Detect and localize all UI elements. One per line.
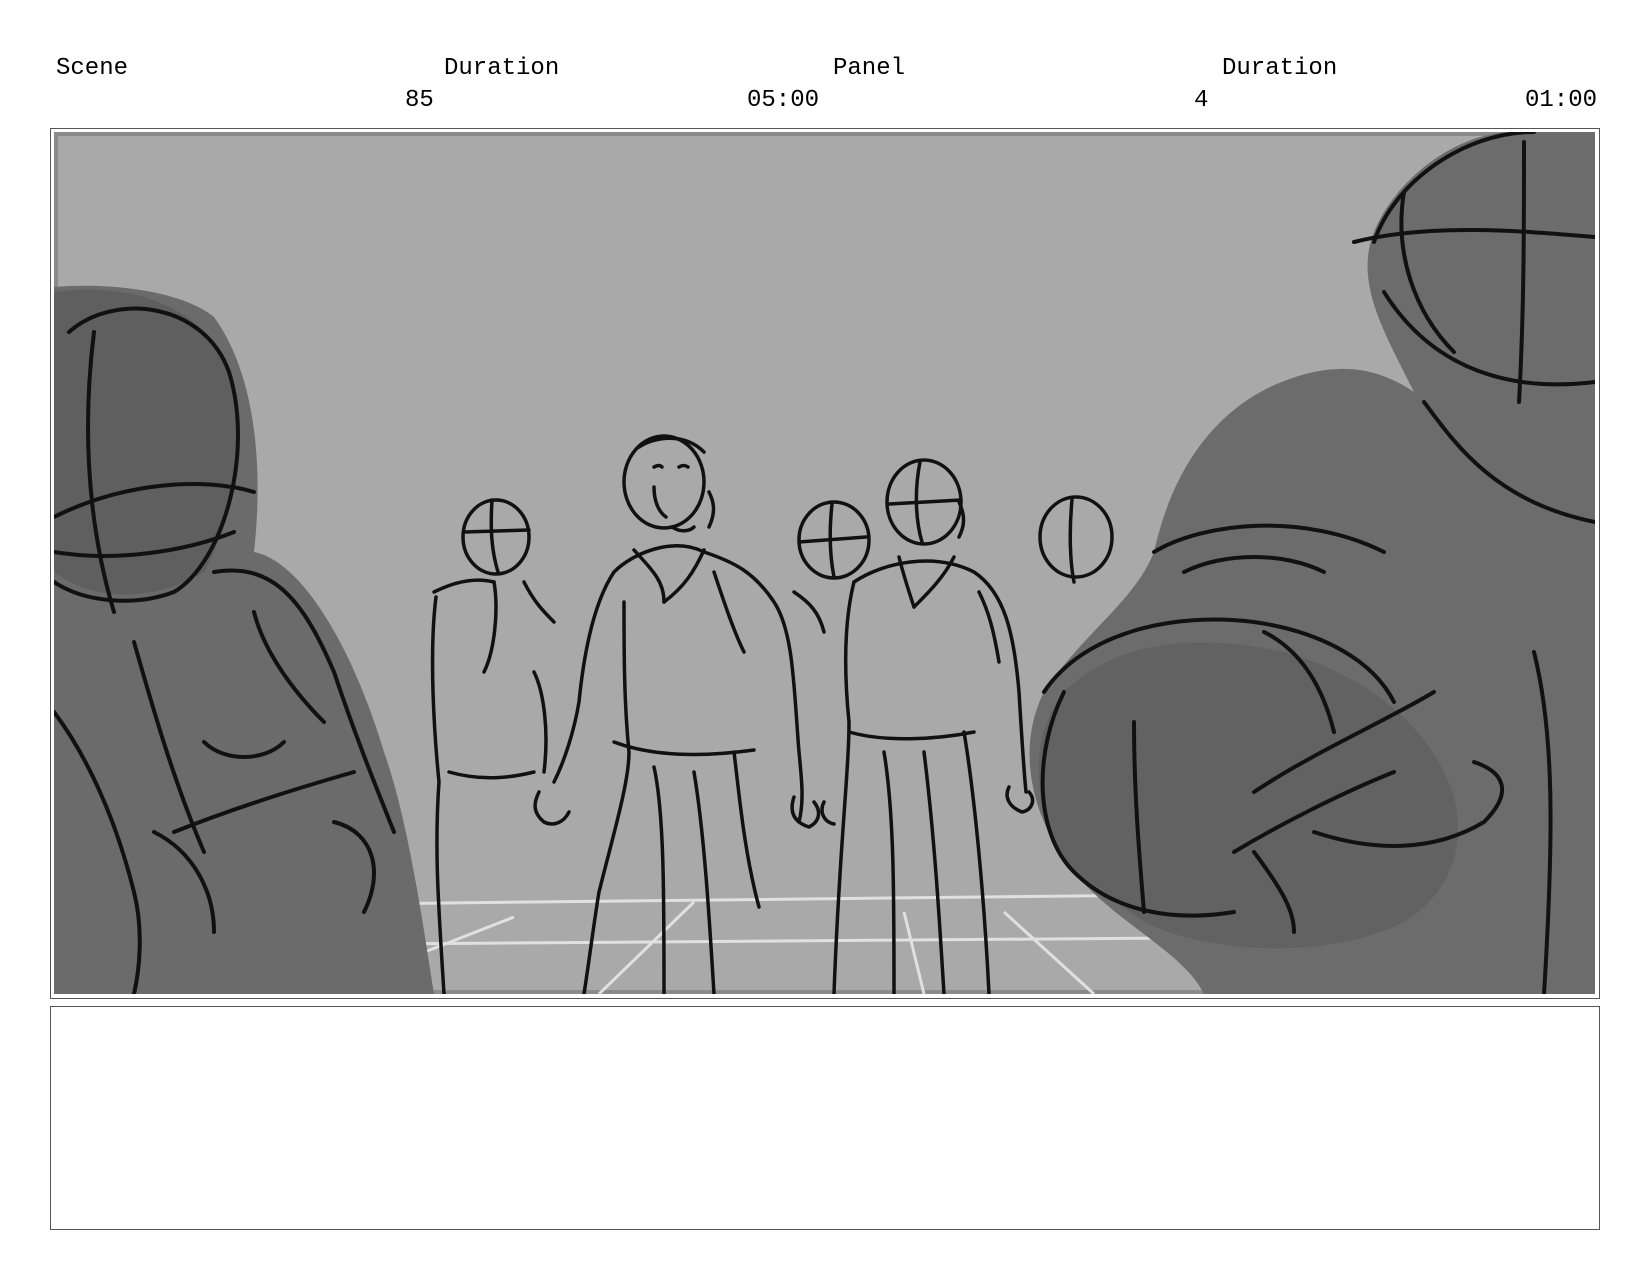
panel-duration-label: Duration: [1222, 55, 1338, 82]
storyboard-panel-frame: [50, 128, 1600, 999]
panel-duration-value: 01:00: [1524, 87, 1597, 114]
scene-duration-value: 05:00: [746, 87, 819, 114]
scene-number: 85: [405, 87, 434, 114]
scene-duration-label: Duration: [444, 55, 560, 82]
scene-label: Scene: [56, 55, 129, 82]
storyboard-sketch: [54, 132, 1595, 994]
panel-notes-box[interactable]: [50, 1006, 1600, 1230]
panel-label: Panel: [833, 55, 906, 82]
panel-number: 4: [1194, 87, 1209, 114]
